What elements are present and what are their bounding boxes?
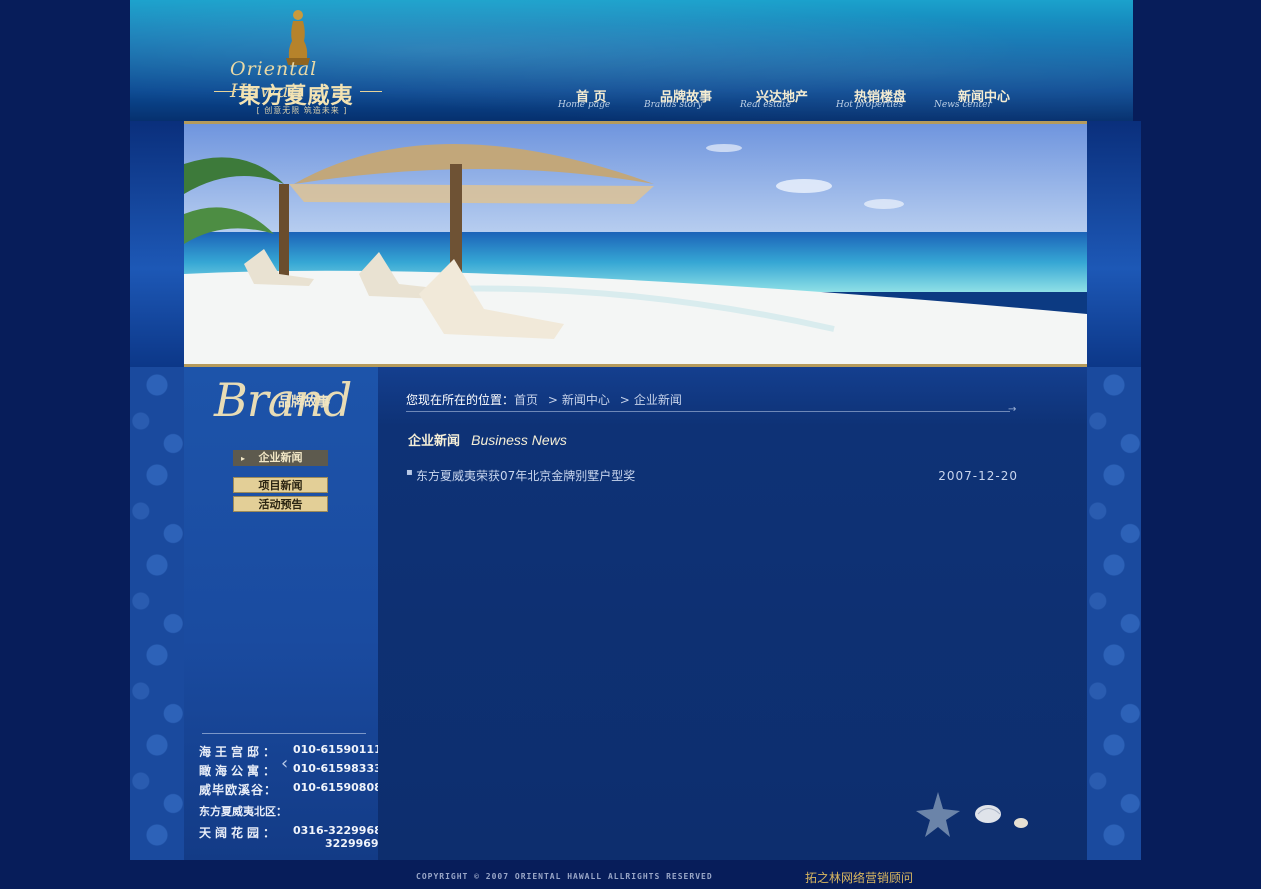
sidebar-item-label: 项目新闻 — [258, 479, 303, 492]
nav-home[interactable]: 首 页 Home page — [558, 86, 628, 116]
contact-name: 海王宫邸： — [199, 745, 280, 759]
bullet-icon: ▪ — [406, 467, 413, 478]
sidebar-item-event-preview[interactable]: 活动预告 — [233, 496, 328, 512]
contact-phone: 010-61590808 — [293, 781, 382, 794]
header: Oriental Hawaii 東方夏威夷 [ 创意无限 筑造未来 ] 首 页 … — [130, 0, 1133, 121]
nav-news-center[interactable]: 新闻中心 News center — [934, 86, 1024, 116]
beach-banner-image — [184, 121, 1087, 367]
nav-brand-story[interactable]: 品牌故事 Brands story — [644, 86, 728, 116]
banner-side-left — [130, 121, 184, 367]
nav-hot-properties[interactable]: 热销楼盘 Hot properties — [836, 86, 926, 116]
section-title: 企业新闻 Business News — [408, 430, 567, 449]
logo[interactable]: Oriental Hawaii 東方夏威夷 [ 创意无限 筑造未来 ] — [210, 8, 382, 118]
main-content: 您现在所在的位置：首页 > 新闻中心 > 企业新闻 → 企业新闻 Business … — [378, 367, 1087, 860]
credit-link[interactable]: 拓之林网络营销顾问 — [805, 869, 913, 886]
sidebar-item-project-news[interactable]: 项目新闻 — [233, 477, 328, 493]
section-title-en: Business News — [471, 432, 567, 448]
nav-sublabel: News center — [934, 100, 992, 110]
page-frame: Oriental Hawaii 東方夏威夷 [ 创意无限 筑造未来 ] 首 页 … — [130, 0, 1141, 860]
footer: COPYRIGHT © 2007 ORIENTAL HAWALL ALLRIGH… — [0, 860, 1261, 889]
contact-name: 东方夏威夷北区： — [199, 805, 287, 818]
sidebar-item-label: 企业新闻 — [258, 451, 303, 464]
contact-phone: 3229969 — [325, 837, 379, 850]
nav-sublabel: Home page — [558, 100, 611, 110]
contact-phone: 0316-3229968 — [293, 824, 382, 837]
contact-phone: 010-61598333 — [293, 762, 382, 775]
damask-pattern-right — [1087, 367, 1141, 860]
contact-name: 威毕欧溪谷： — [199, 783, 278, 797]
breadcrumb-home[interactable]: 首页 — [514, 393, 538, 407]
beach-scene-icon — [184, 124, 1087, 364]
chevron-left-icon[interactable]: ‹ — [281, 753, 288, 774]
breadcrumb-divider — [406, 411, 1010, 412]
damask-pattern-left — [130, 367, 184, 860]
triangle-right-icon: ▸ — [241, 453, 246, 463]
breadcrumb: 您现在所在的位置：首页 > 新闻中心 > 企业新闻 — [406, 391, 682, 408]
contact-phone: 010-61590111 — [293, 743, 382, 756]
nav-real-estate[interactable]: 兴达地产 Real estate — [740, 86, 824, 116]
sidebar-item-label: 活动预告 — [258, 498, 303, 511]
contact-name: 天阔花园： — [199, 826, 280, 840]
news-date: 2007-12-20 — [938, 469, 1018, 483]
sidebar: Brand 品牌故事 ▸ 企业新闻 项目新闻 活动预告 海王宫邸： 010-61… — [184, 367, 382, 860]
breadcrumb-separator: > — [547, 393, 558, 407]
breadcrumb-label: 您现在所在的位置： — [406, 393, 515, 407]
logo-tagline: [ 创意无限 筑造未来 ] — [256, 106, 348, 115]
breadcrumb-company-news[interactable]: 企业新闻 — [634, 393, 682, 407]
breadcrumb-separator: > — [619, 393, 630, 407]
starfish-shells-icon — [916, 792, 1028, 837]
nav-sublabel: Brands story — [644, 100, 703, 110]
arrow-right-icon: → — [1008, 404, 1017, 415]
nav-sublabel: Hot properties — [836, 100, 904, 110]
section-title-cn: 企业新闻 — [408, 434, 461, 449]
banner-side-right — [1087, 121, 1141, 367]
brand-heading: 品牌故事 — [278, 395, 331, 410]
divider — [202, 733, 366, 734]
contact-name: 瞰海公寓： — [199, 764, 280, 778]
copyright-text: COPYRIGHT © 2007 ORIENTAL HAWALL ALLRIGH… — [416, 872, 713, 881]
news-list-item: ▪ 东方夏威夷荣获07年北京金牌别墅户型奖 2007-12-20 — [406, 467, 1018, 485]
sidebar-item-company-news[interactable]: ▸ 企业新闻 — [233, 450, 328, 466]
news-title-link[interactable]: 东方夏威夷荣获07年北京金牌别墅户型奖 — [416, 467, 635, 484]
breadcrumb-news-center[interactable]: 新闻中心 — [562, 393, 610, 407]
nav-sublabel: Real estate — [740, 100, 792, 110]
